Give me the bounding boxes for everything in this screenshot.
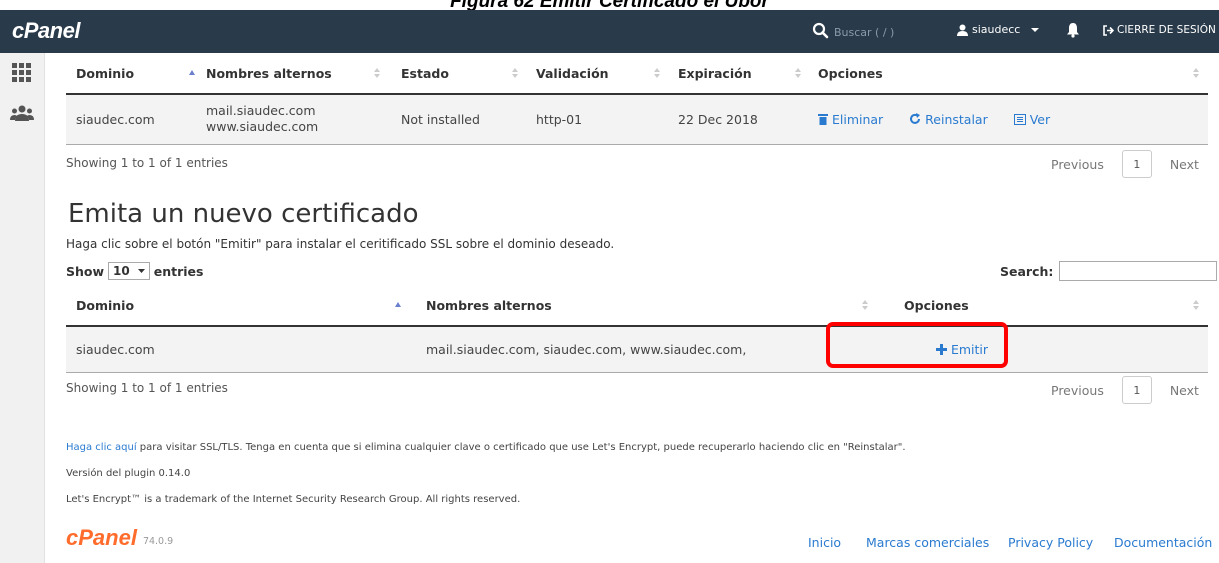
cpanel-logo[interactable]: cPanel bbox=[12, 18, 80, 44]
page-number[interactable]: 1 bbox=[1121, 376, 1152, 404]
cpanel-version: 74.0.9 bbox=[142, 536, 174, 547]
search-icon bbox=[812, 22, 829, 39]
expiration-cell: 22 Dec 2018 bbox=[678, 111, 758, 127]
next-button[interactable]: Next bbox=[1170, 157, 1199, 172]
table-row: siaudec.com mail.siaudec.com, siaudec.co… bbox=[66, 326, 1208, 372]
col-domain[interactable]: Dominio bbox=[66, 53, 196, 95]
show-label: Show bbox=[66, 263, 105, 279]
showing-entries: Showing 1 to 1 of 1 entries bbox=[66, 156, 228, 170]
section-title: Emita un nuevo certificado bbox=[68, 199, 419, 229]
table-search-input[interactable] bbox=[1059, 261, 1218, 281]
pagination: Previous 1 Next bbox=[1051, 150, 1199, 178]
ssl-tls-link[interactable]: Haga clic aquí bbox=[66, 442, 137, 453]
sort-icon bbox=[374, 68, 380, 78]
caret-down-icon bbox=[1031, 27, 1040, 32]
next-button[interactable]: Next bbox=[1170, 383, 1199, 398]
options-cell: Eliminar Reinstalar Ver bbox=[808, 94, 1208, 144]
apps-grid-icon[interactable] bbox=[12, 63, 32, 83]
delete-button[interactable]: Eliminar bbox=[818, 112, 883, 127]
logout-button[interactable]: CIERRE DE SESIÓN bbox=[1103, 24, 1216, 36]
search-filter: Search: bbox=[1000, 261, 1218, 281]
search-box bbox=[812, 21, 942, 43]
previous-button[interactable]: Previous bbox=[1051, 383, 1104, 398]
footer-notice: Haga clic aquí para visitar SSL/TLS. Ten… bbox=[66, 442, 906, 453]
col-validation[interactable]: Validación bbox=[526, 53, 668, 95]
search-input[interactable] bbox=[832, 21, 936, 43]
sort-icon bbox=[512, 68, 518, 78]
previous-button[interactable]: Previous bbox=[1051, 157, 1104, 172]
alt-name: www.siaudec.com bbox=[206, 119, 319, 135]
alt-names-cell: mail.siaudec.com, siaudec.com, www.siaud… bbox=[426, 341, 747, 357]
showing-entries: Showing 1 to 1 of 1 entries bbox=[66, 381, 228, 395]
bell-icon[interactable] bbox=[1066, 22, 1080, 38]
pagination: Previous 1 Next bbox=[1051, 376, 1199, 404]
footer-brand: cPanel 74.0.9 bbox=[66, 525, 173, 551]
sort-icon bbox=[795, 68, 801, 78]
col-alt-names[interactable]: Nombres alternos bbox=[416, 285, 876, 327]
section-description: Haga clic sobre el botón "Emitir" para i… bbox=[66, 237, 615, 251]
footer-link-trademarks[interactable]: Marcas comerciales bbox=[866, 535, 989, 550]
sort-icon bbox=[654, 68, 660, 78]
sort-icon bbox=[862, 300, 868, 310]
sort-asc-icon bbox=[395, 302, 401, 307]
sort-icon bbox=[1193, 300, 1199, 310]
col-alt-names[interactable]: Nombres alternos bbox=[196, 53, 391, 95]
footer-link-docs[interactable]: Documentación bbox=[1114, 535, 1212, 550]
page-number[interactable]: 1 bbox=[1121, 150, 1152, 178]
col-options: Opciones bbox=[876, 285, 1208, 327]
figure-caption: Figura 62 Emitir Certificado el Ubor bbox=[0, 0, 1219, 10]
sidebar bbox=[0, 53, 45, 563]
logout-label: CIERRE DE SESIÓN bbox=[1117, 24, 1216, 36]
caret-down-icon bbox=[137, 269, 145, 273]
issue-cert-table: Dominio Nombres alternos Opciones siaude… bbox=[66, 285, 1208, 373]
cpanel-footer-logo[interactable]: cPanel bbox=[66, 525, 137, 551]
page-length-select[interactable]: 10 bbox=[108, 262, 150, 280]
validation-cell: http-01 bbox=[536, 111, 583, 127]
refresh-icon bbox=[910, 112, 921, 124]
page-length-control: Show 10 entries bbox=[66, 262, 203, 280]
page-length-value: 10 bbox=[113, 264, 130, 278]
col-domain[interactable]: Dominio bbox=[66, 285, 416, 327]
trademark-notice: Let's Encrypt™ is a trademark of the Int… bbox=[66, 494, 521, 505]
user-icon bbox=[957, 24, 968, 36]
reinstall-button[interactable]: Reinstalar bbox=[909, 112, 988, 127]
alt-name: mail.siaudec.com bbox=[206, 103, 316, 119]
domain-cell: siaudec.com bbox=[76, 111, 155, 127]
col-status[interactable]: Estado bbox=[391, 53, 526, 95]
users-icon[interactable] bbox=[10, 105, 34, 123]
search-label: Search: bbox=[1000, 263, 1054, 279]
installed-certs-table: Dominio Nombres alternos Estado Validaci… bbox=[66, 53, 1208, 145]
col-expiration[interactable]: Expiración bbox=[668, 53, 808, 95]
entries-label: entries bbox=[153, 263, 204, 279]
trash-icon bbox=[818, 113, 828, 125]
list-icon bbox=[1013, 113, 1026, 125]
sort-icon bbox=[1193, 68, 1199, 78]
sort-asc-icon bbox=[189, 70, 195, 75]
footer-link-inicio[interactable]: Inicio bbox=[808, 535, 841, 550]
logout-icon bbox=[1103, 24, 1114, 36]
col-options: Opciones bbox=[808, 53, 1208, 95]
footer-link-privacy[interactable]: Privacy Policy bbox=[1008, 535, 1093, 550]
top-navbar: cPanel siaudecc CIERRE DE SESIÓN bbox=[0, 10, 1219, 53]
plugin-version: Versión del plugin 0.14.0 bbox=[66, 468, 191, 479]
alt-names-cell: mail.siaudec.com www.siaudec.com bbox=[196, 94, 391, 144]
username: siaudecc bbox=[972, 23, 1021, 36]
emitir-highlight bbox=[826, 322, 1008, 368]
table-row: siaudec.com mail.siaudec.com www.siaudec… bbox=[66, 94, 1208, 144]
user-menu[interactable]: siaudecc bbox=[957, 23, 1040, 36]
status-cell: Not installed bbox=[401, 111, 480, 127]
view-button[interactable]: Ver bbox=[1013, 112, 1050, 127]
domain-cell: siaudec.com bbox=[76, 341, 155, 357]
